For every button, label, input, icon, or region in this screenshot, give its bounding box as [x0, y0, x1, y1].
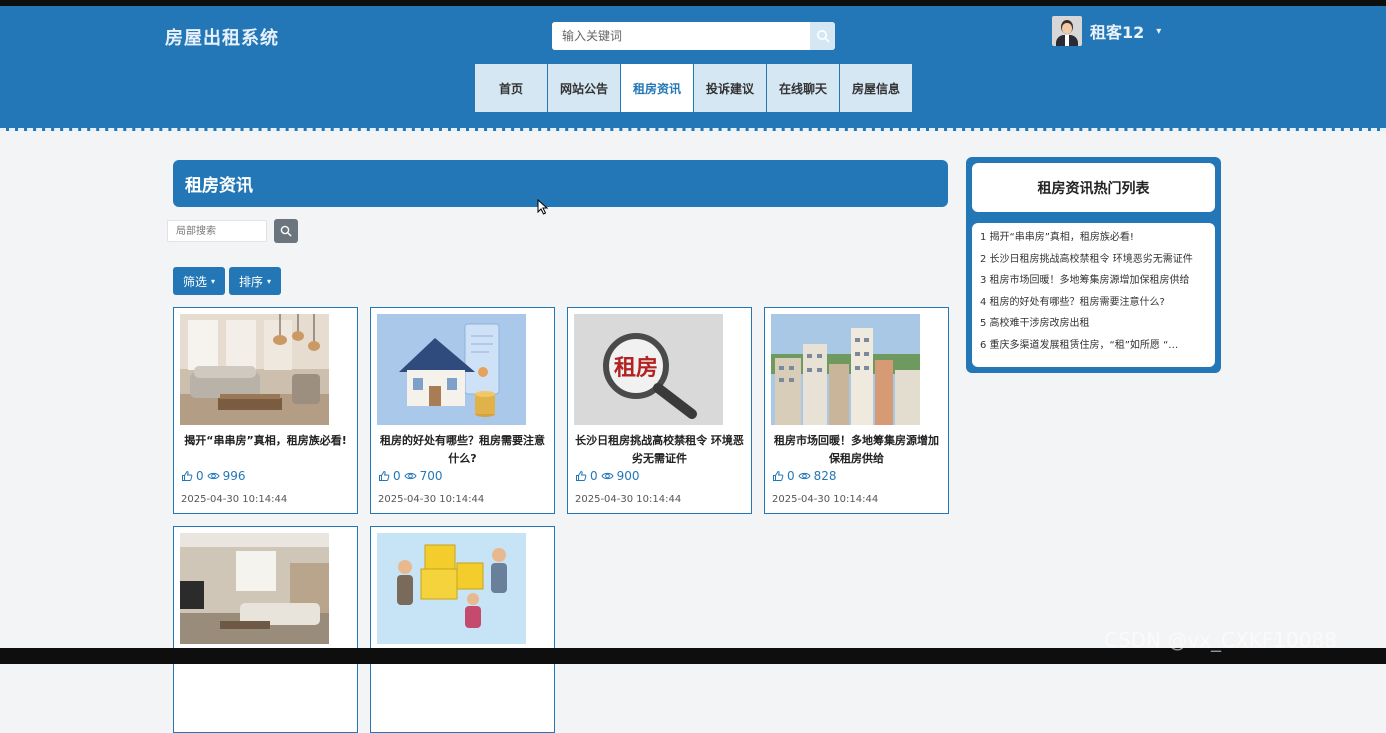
- nav-item-rental-news[interactable]: 租房资讯: [621, 64, 693, 112]
- view-count: 828: [813, 469, 837, 483]
- news-image-cartoon-family[interactable]: [377, 533, 526, 644]
- nav-item-online-chat[interactable]: 在线聊天: [767, 64, 839, 112]
- thumbs-up-icon[interactable]: [181, 470, 193, 482]
- news-card[interactable]: [370, 526, 555, 733]
- news-card[interactable]: 租房 长沙日租房挑战高校禁租令 环境恶劣无需证件 0 900 2025-04-3…: [567, 307, 752, 514]
- news-title[interactable]: 揭开“串串房”真相，租房族必看!: [180, 432, 351, 450]
- like-count: 0: [196, 469, 204, 483]
- news-date: 2025-04-30 10:14:44: [181, 494, 288, 505]
- chevron-down-icon: ▾: [211, 276, 216, 286]
- view-count: 700: [419, 469, 443, 483]
- eye-icon: [601, 472, 614, 480]
- hot-list-item[interactable]: 5 高校难干涉房改房出租: [972, 313, 1207, 335]
- search-icon: [280, 225, 292, 237]
- thumbs-up-icon[interactable]: [378, 470, 390, 482]
- news-image-modern-living-room[interactable]: [180, 533, 329, 644]
- hot-list-item[interactable]: 3 租房市场回暖！多地筹集房源增加保租房供给: [972, 270, 1207, 292]
- eye-icon: [404, 472, 417, 480]
- thumbs-up-icon[interactable]: [575, 470, 587, 482]
- news-stats: 0 996: [181, 469, 246, 483]
- avatar[interactable]: [1052, 16, 1082, 46]
- news-card[interactable]: [173, 526, 358, 733]
- news-image-living-room[interactable]: [180, 314, 329, 425]
- news-date: 2025-04-30 10:14:44: [575, 494, 682, 505]
- eye-icon: [207, 472, 220, 480]
- chevron-down-icon[interactable]: ▾: [1156, 26, 1161, 37]
- chevron-down-icon: ▾: [267, 276, 272, 286]
- mouse-cursor-icon: [537, 199, 549, 215]
- svg-text:租房: 租房: [614, 355, 658, 381]
- hot-list: 1 揭开“串串房”真相，租房族必看! 2 长沙日租房挑战高校禁租令 环境恶劣无需…: [972, 223, 1215, 367]
- nav-item-house-info[interactable]: 房屋信息: [840, 64, 912, 112]
- site-header: 房屋出租系统 租客12 ▾ 首页 网站公告 租房资讯 投诉建议 在线聊天 房屋信…: [0, 6, 1386, 131]
- site-title[interactable]: 房屋出租系统: [165, 24, 279, 50]
- sort-button[interactable]: 排序 ▾: [229, 267, 281, 295]
- news-card[interactable]: 租房的好处有哪些？租房需要注意什么? 0 700 2025-04-30 10:1…: [370, 307, 555, 514]
- nav-item-home[interactable]: 首页: [475, 64, 547, 112]
- filter-label: 筛选: [182, 274, 207, 289]
- news-stats: 0 828: [772, 469, 837, 483]
- news-card[interactable]: 揭开“串串房”真相，租房族必看! 0 996 2025-04-30 10:14:…: [173, 307, 358, 514]
- username[interactable]: 租客12: [1090, 19, 1144, 43]
- news-image-magnifier-rent[interactable]: 租房: [574, 314, 723, 425]
- like-count: 0: [787, 469, 795, 483]
- like-count: 0: [393, 469, 401, 483]
- thumbs-up-icon[interactable]: [772, 470, 784, 482]
- hot-list-title: 租房资讯热门列表: [972, 163, 1215, 212]
- local-search-button[interactable]: [274, 219, 298, 243]
- search-input[interactable]: [552, 22, 810, 50]
- like-count: 0: [590, 469, 598, 483]
- page-title: 租房资讯: [173, 160, 948, 207]
- user-menu[interactable]: 租客12 ▾: [1052, 16, 1161, 46]
- news-date: 2025-04-30 10:14:44: [378, 494, 485, 505]
- eye-icon: [798, 472, 811, 480]
- main-nav: 首页 网站公告 租房资讯 投诉建议 在线聊天 房屋信息: [475, 64, 912, 112]
- view-count: 996: [222, 469, 246, 483]
- search-button[interactable]: [810, 22, 835, 50]
- hot-list-panel: 租房资讯热门列表 1 揭开“串串房”真相，租房族必看! 2 长沙日租房挑战高校禁…: [966, 157, 1221, 373]
- local-search-input[interactable]: [167, 220, 267, 242]
- hot-list-item[interactable]: 1 揭开“串串房”真相，租房族必看!: [972, 227, 1207, 249]
- news-title[interactable]: 租房的好处有哪些？租房需要注意什么?: [377, 432, 548, 468]
- sort-label: 排序: [238, 274, 263, 289]
- news-image-city-buildings[interactable]: [771, 314, 920, 425]
- news-stats: 0 700: [378, 469, 443, 483]
- news-image-house-model[interactable]: [377, 314, 526, 425]
- search-bar: [552, 22, 835, 50]
- view-count: 900: [616, 469, 640, 483]
- hot-list-item[interactable]: 2 长沙日租房挑战高校禁租令 环境恶劣无需证件: [972, 249, 1207, 271]
- search-icon: [816, 30, 829, 43]
- news-stats: 0 900: [575, 469, 640, 483]
- nav-item-announcements[interactable]: 网站公告: [548, 64, 620, 112]
- news-card[interactable]: 租房市场回暖！多地筹集房源增加保租房供给 0 828 2025-04-30 10…: [764, 307, 949, 514]
- news-title[interactable]: 租房市场回暖！多地筹集房源增加保租房供给: [771, 432, 942, 468]
- hot-list-item[interactable]: 6 重庆多渠道发展租赁住房，“租”如所愿 “…: [972, 335, 1207, 357]
- news-date: 2025-04-30 10:14:44: [772, 494, 879, 505]
- nav-item-complaints[interactable]: 投诉建议: [694, 64, 766, 112]
- filter-button[interactable]: 筛选 ▾: [173, 267, 225, 295]
- watermark: CSDN @vx_CXKF10088: [1104, 628, 1337, 652]
- hot-list-item[interactable]: 4 租房的好处有哪些？租房需要注意什么?: [972, 292, 1207, 314]
- news-title[interactable]: 长沙日租房挑战高校禁租令 环境恶劣无需证件: [574, 432, 745, 468]
